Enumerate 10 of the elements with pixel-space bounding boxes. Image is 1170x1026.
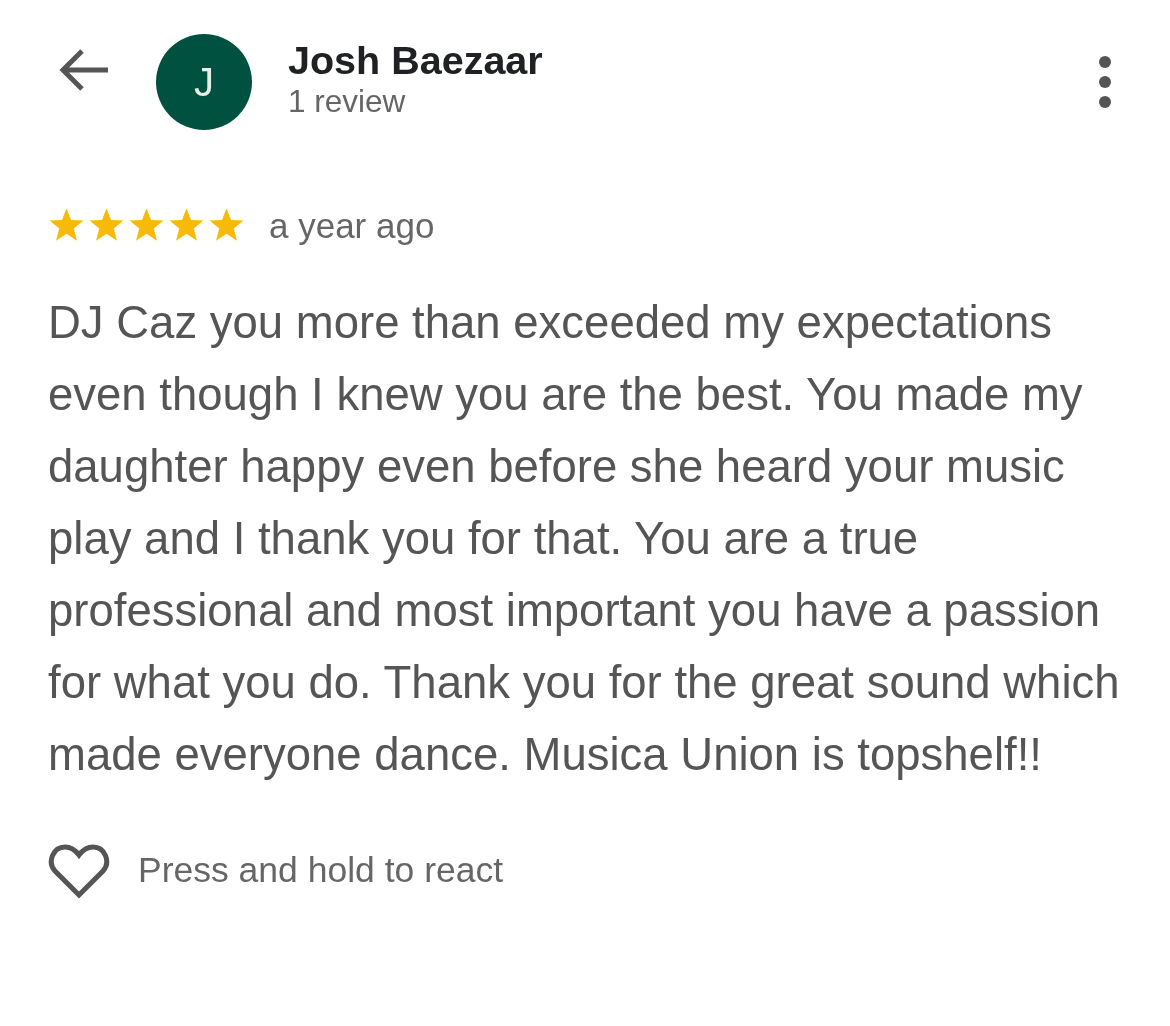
react-hint: Press and hold to react — [138, 848, 504, 892]
review-count: 1 review — [288, 83, 407, 122]
back-arrow-icon — [58, 48, 110, 92]
avatar: J — [156, 34, 252, 130]
more-icon — [1098, 56, 1112, 108]
reviewer-name: Josh Baezaar — [288, 38, 543, 84]
review-text: DJ Caz you more than exceeded my expectations even though I knew you are the best. You made my daughter happy even before she heard your music play and I thank you for that. You are a true professional and most important you have a passion for what you do. Thank you for the great sound which made everyone dance. Musica Union is topshelf!! — [48, 295, 1121, 782]
review-time: a year ago — [269, 205, 435, 247]
react-button[interactable] — [48, 842, 110, 899]
heart-icon — [48, 842, 110, 899]
